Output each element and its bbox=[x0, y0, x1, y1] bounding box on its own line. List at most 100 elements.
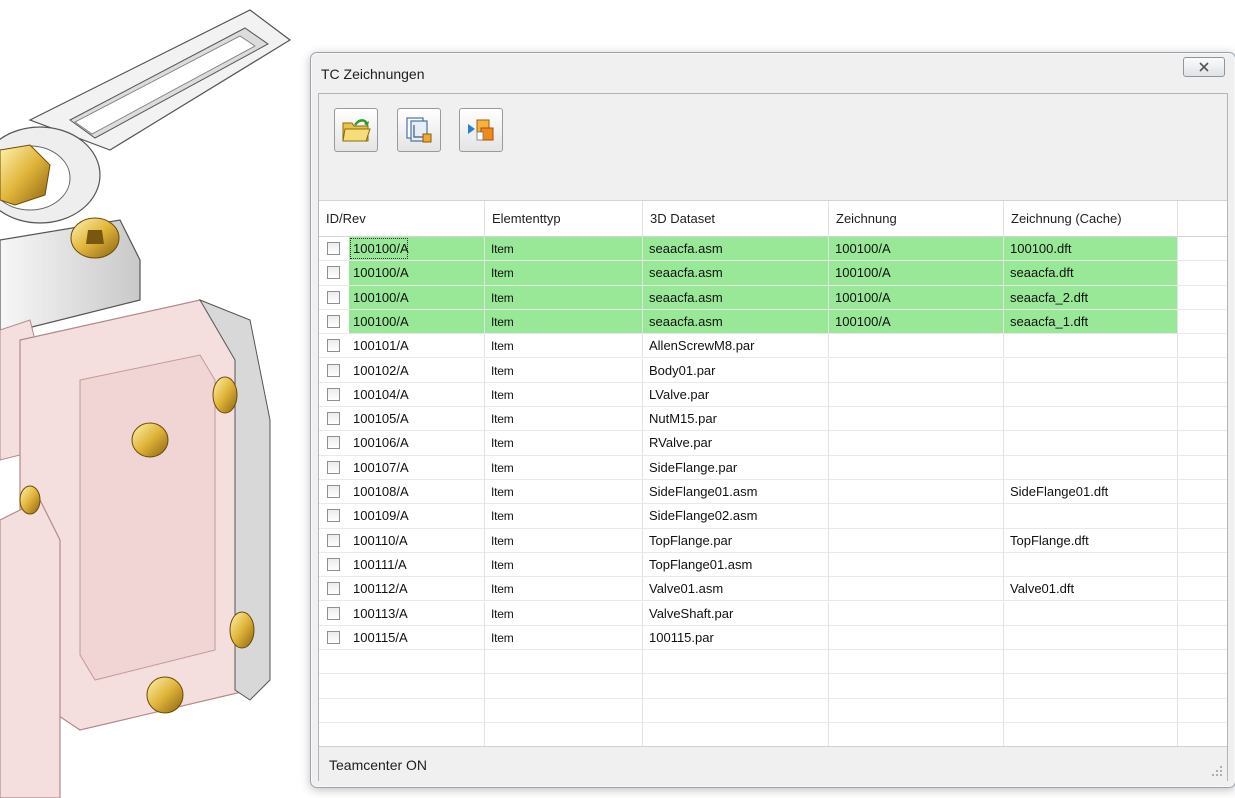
row-checkbox[interactable] bbox=[327, 533, 340, 547]
row-checkbox[interactable] bbox=[327, 314, 340, 328]
table-row[interactable]: 100113/A Item ValveShaft.par bbox=[319, 601, 1227, 626]
table-row[interactable]: 100109/A Item SideFlange02.asm bbox=[319, 504, 1227, 529]
row-checkbox[interactable] bbox=[327, 582, 340, 596]
cell-type: Item bbox=[485, 237, 643, 262]
cell-id-rev-text: 100100/A bbox=[353, 313, 409, 329]
cell-dataset: seaacfa.asm bbox=[643, 285, 829, 310]
cell-id-rev: 100100/A bbox=[319, 237, 485, 262]
table-row-empty[interactable] bbox=[319, 723, 1227, 747]
table-row-empty[interactable] bbox=[319, 650, 1227, 675]
column-header-drawing[interactable]: Zeichnung bbox=[829, 201, 1004, 236]
table-row[interactable]: 100101/A Item AllenScrewM8.par bbox=[319, 334, 1227, 359]
row-checkbox[interactable] bbox=[327, 242, 340, 255]
cell-id-rev: 100100/A bbox=[319, 261, 485, 286]
column-header-drawing-cache[interactable]: Zeichnung (Cache) bbox=[1004, 201, 1178, 236]
table-row[interactable]: 100111/A Item TopFlange01.asm bbox=[319, 552, 1227, 578]
cell-filler bbox=[1178, 359, 1227, 383]
close-icon bbox=[1199, 62, 1209, 72]
row-checkbox[interactable] bbox=[327, 606, 340, 620]
cell-dataset: AllenScrewM8.par bbox=[643, 334, 829, 359]
cell-filler bbox=[1178, 456, 1227, 480]
resize-grip-icon[interactable] bbox=[1211, 765, 1223, 777]
table-row[interactable]: 100110/A Item TopFlange.par TopFlange.dft bbox=[319, 528, 1227, 553]
cell-type: Item bbox=[485, 407, 643, 432]
column-header-element-type[interactable]: Elemtenttyp bbox=[485, 201, 643, 236]
cell-id-rev-text: 100101/A bbox=[353, 338, 409, 354]
cell-id-rev-text: 100100/A bbox=[349, 237, 409, 260]
row-checkbox[interactable] bbox=[327, 266, 340, 280]
table-row[interactable]: 100105/A Item NutM15.par bbox=[319, 407, 1227, 432]
column-header-id-rev[interactable]: ID/Rev bbox=[319, 201, 485, 236]
cell-drawing bbox=[829, 552, 1004, 578]
cell-id-rev-text: 100115/A bbox=[353, 629, 408, 645]
cell-id-rev-text: 100107/A bbox=[353, 459, 409, 475]
title-bar[interactable]: TC Zeichnungen bbox=[311, 53, 1235, 93]
row-checkbox[interactable] bbox=[327, 412, 340, 426]
table-row[interactable]: 100106/A Item RValve.par bbox=[319, 431, 1227, 456]
row-checkbox[interactable] bbox=[327, 339, 340, 353]
cell-id-rev-text: 100100/A bbox=[353, 289, 409, 305]
cell-type: Item bbox=[485, 455, 643, 480]
row-checkbox[interactable] bbox=[327, 557, 340, 571]
cell-type: Item bbox=[485, 382, 643, 408]
cell-id-rev: 100110/A bbox=[319, 528, 485, 553]
row-checkbox[interactable] bbox=[327, 630, 340, 644]
cell-cache: SideFlange01.dft bbox=[1004, 480, 1178, 505]
cell-filler bbox=[1178, 504, 1227, 529]
cell-drawing: 100100/A bbox=[829, 285, 1004, 310]
drawings-table[interactable]: ID/Rev Elemtenttyp 3D Dataset Zeichnung … bbox=[319, 200, 1227, 747]
cell-type: Item bbox=[485, 528, 643, 553]
table-row[interactable]: 100100/A Item seaacfa.asm 100100/A 100100.df… bbox=[319, 237, 1227, 262]
cell-cache bbox=[1004, 698, 1178, 723]
cell-type: Item bbox=[485, 261, 643, 286]
cell-type bbox=[485, 674, 643, 699]
close-button[interactable] bbox=[1183, 57, 1225, 77]
table-row[interactable]: 100108/A Item SideFlange01.asm SideFlange01… bbox=[319, 480, 1227, 505]
row-checkbox[interactable] bbox=[327, 290, 340, 304]
table-row[interactable]: 100115/A Item 100115.par bbox=[319, 625, 1227, 651]
cell-id-rev-text: 100110/A bbox=[353, 532, 408, 548]
cell-drawing bbox=[829, 431, 1004, 456]
cell-dataset: seaacfa.asm bbox=[643, 237, 829, 262]
table-row[interactable]: 100100/A Item seaacfa.asm 100100/A seaacfa_1… bbox=[319, 309, 1227, 335]
cell-type: Item bbox=[485, 577, 643, 602]
cell-filler bbox=[1178, 310, 1227, 335]
cell-filler bbox=[1178, 553, 1227, 578]
table-row[interactable]: 100102/A Item Body01.par bbox=[319, 358, 1227, 383]
table-row[interactable]: 100112/A Item Valve01.asm Valve01.dft bbox=[319, 577, 1227, 602]
table-row[interactable]: 100107/A Item SideFlange.par bbox=[319, 455, 1227, 480]
cell-filler bbox=[1178, 529, 1227, 553]
cell-type bbox=[485, 650, 643, 675]
column-header-3d-dataset[interactable]: 3D Dataset bbox=[643, 201, 829, 236]
cell-filler bbox=[1178, 383, 1227, 408]
cell-cache bbox=[1004, 455, 1178, 480]
open-folder-button[interactable] bbox=[334, 108, 378, 152]
cell-dataset: RValve.par bbox=[643, 431, 829, 456]
transfer-button[interactable] bbox=[459, 108, 503, 152]
row-checkbox[interactable] bbox=[327, 387, 340, 401]
cell-id-rev: 100109/A bbox=[319, 504, 485, 529]
table-row[interactable]: 100100/A Item seaacfa.asm 100100/A seaacfa.d… bbox=[319, 261, 1227, 286]
cell-id-rev-text: 100100/A bbox=[353, 265, 409, 281]
cell-id-rev-text: 100105/A bbox=[353, 411, 409, 427]
table-row[interactable]: 100104/A Item LValve.par bbox=[319, 382, 1227, 408]
drawing-view-button[interactable] bbox=[397, 108, 441, 152]
cell-id-rev bbox=[319, 650, 485, 675]
cell-drawing bbox=[829, 674, 1004, 699]
row-checkbox[interactable] bbox=[327, 485, 340, 498]
cell-type: Item bbox=[485, 285, 643, 310]
table-row-empty[interactable] bbox=[319, 698, 1227, 723]
row-checkbox[interactable] bbox=[327, 363, 340, 377]
cell-dataset: Body01.par bbox=[643, 358, 829, 383]
row-checkbox[interactable] bbox=[327, 460, 340, 474]
table-row[interactable]: 100100/A Item seaacfa.asm 100100/A seaacfa_2… bbox=[319, 285, 1227, 310]
cell-id-rev: 100112/A bbox=[319, 577, 485, 602]
row-checkbox[interactable] bbox=[327, 509, 340, 523]
row-checkbox[interactable] bbox=[327, 436, 340, 450]
cell-drawing: 100100/A bbox=[829, 261, 1004, 286]
cell-drawing bbox=[829, 723, 1004, 747]
cell-dataset bbox=[643, 650, 829, 675]
table-row-empty[interactable] bbox=[319, 674, 1227, 699]
cell-drawing: 100100/A bbox=[829, 237, 1004, 262]
cell-type: Item bbox=[485, 625, 643, 651]
